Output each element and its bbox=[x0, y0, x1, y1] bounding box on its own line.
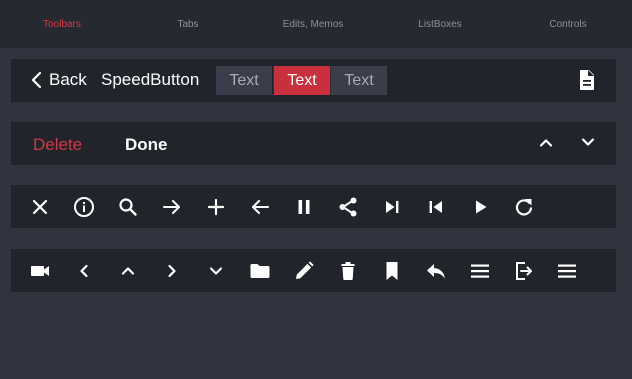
arrow-left-icon[interactable] bbox=[248, 195, 272, 219]
pause-icon[interactable] bbox=[292, 195, 316, 219]
speed-button[interactable]: SpeedButton bbox=[101, 70, 199, 90]
back-label: Back bbox=[49, 70, 87, 89]
chevron-left-icon bbox=[31, 71, 42, 89]
exit-icon[interactable] bbox=[512, 259, 536, 283]
done-button[interactable]: Done bbox=[125, 135, 168, 155]
menu-icon[interactable] bbox=[468, 259, 492, 283]
segment-button-2[interactable]: Text bbox=[273, 66, 330, 95]
chevron-up-icon[interactable] bbox=[534, 131, 558, 155]
video-camera-icon[interactable] bbox=[28, 259, 52, 283]
play-icon[interactable] bbox=[468, 195, 492, 219]
skip-previous-icon[interactable] bbox=[424, 195, 448, 219]
close-icon[interactable] bbox=[28, 195, 52, 219]
chevron-down-icon[interactable] bbox=[576, 130, 600, 154]
chevron-down-icon[interactable] bbox=[204, 259, 228, 283]
reply-icon[interactable] bbox=[424, 259, 448, 283]
toolbar-media bbox=[11, 249, 616, 292]
refresh-icon[interactable] bbox=[512, 195, 536, 219]
back-button[interactable]: Back bbox=[31, 69, 87, 91]
tab-toolbars[interactable]: Toolbars bbox=[43, 19, 81, 30]
info-icon[interactable] bbox=[72, 195, 96, 219]
toolbar-actions bbox=[11, 185, 616, 228]
tab-controls[interactable]: Controls bbox=[549, 19, 586, 30]
search-icon[interactable] bbox=[116, 195, 140, 219]
folder-icon[interactable] bbox=[248, 259, 272, 283]
plus-icon[interactable] bbox=[204, 195, 228, 219]
bookmark-icon[interactable] bbox=[380, 259, 404, 283]
delete-button[interactable]: Delete bbox=[33, 135, 82, 155]
chevron-right-icon[interactable] bbox=[160, 259, 184, 283]
trash-icon[interactable] bbox=[336, 259, 360, 283]
segment-button-1[interactable]: Text bbox=[216, 66, 272, 95]
menu-icon[interactable] bbox=[555, 259, 579, 283]
arrow-right-icon[interactable] bbox=[160, 195, 184, 219]
pencil-icon[interactable] bbox=[292, 259, 316, 283]
chevron-up-icon[interactable] bbox=[116, 259, 140, 283]
tab-listboxes[interactable]: ListBoxes bbox=[418, 19, 461, 30]
tab-edits-memos[interactable]: Edits, Memos bbox=[283, 19, 344, 30]
toolbar-edit: Delete Done bbox=[11, 122, 616, 165]
tab-bar: Toolbars Tabs Edits, Memos ListBoxes Con… bbox=[0, 0, 632, 48]
toolbar-navigation: Back SpeedButton Text Text Text bbox=[11, 59, 616, 102]
segment-button-3[interactable]: Text bbox=[330, 66, 387, 95]
tab-tabs[interactable]: Tabs bbox=[177, 19, 198, 30]
chevron-left-icon[interactable] bbox=[72, 259, 96, 283]
share-icon[interactable] bbox=[336, 195, 360, 219]
document-icon[interactable] bbox=[575, 68, 599, 92]
skip-next-icon[interactable] bbox=[380, 195, 404, 219]
